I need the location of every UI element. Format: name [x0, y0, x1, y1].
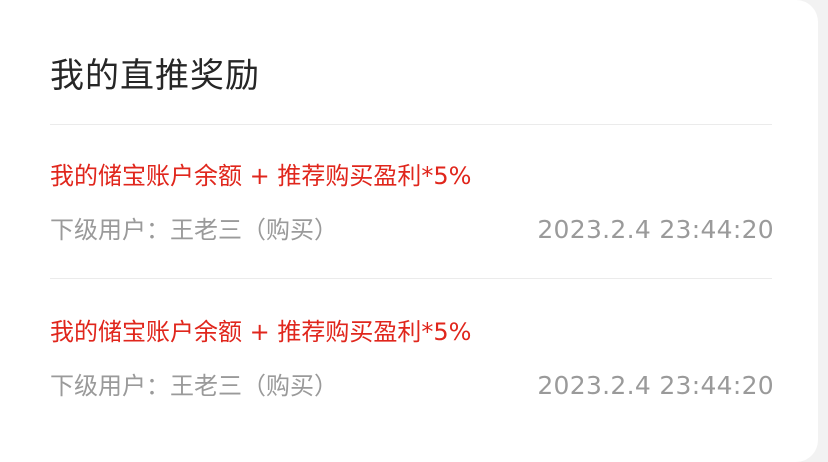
sub-user-info: 下级用户：王老三（购买） — [50, 216, 338, 244]
reward-description: 我的储宝账户余额 + 推荐购买盈利*5% — [50, 162, 472, 190]
card-title: 我的直推奖励 — [50, 56, 260, 96]
direct-referral-rewards-card: 我的直推奖励 我的储宝账户余额 + 推荐购买盈利*5% 下级用户：王老三（购买）… — [0, 0, 818, 462]
reward-timestamp: 2023.2.4 23:44:20 — [537, 215, 774, 244]
title-divider — [50, 124, 772, 125]
record-divider — [50, 278, 772, 279]
sub-user-info: 下级用户：王老三（购买） — [50, 372, 338, 400]
reward-timestamp: 2023.2.4 23:44:20 — [537, 371, 774, 400]
reward-record: 我的储宝账户余额 + 推荐购买盈利*5% 下级用户：王老三（购买） 2023.2… — [50, 150, 774, 270]
reward-record: 我的储宝账户余额 + 推荐购买盈利*5% 下级用户：王老三（购买） 2023.2… — [50, 306, 774, 426]
reward-description: 我的储宝账户余额 + 推荐购买盈利*5% — [50, 318, 472, 346]
